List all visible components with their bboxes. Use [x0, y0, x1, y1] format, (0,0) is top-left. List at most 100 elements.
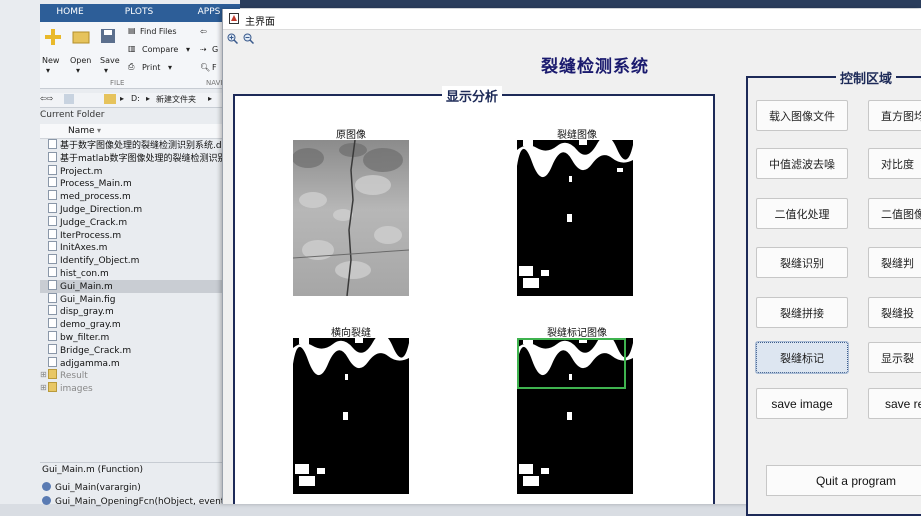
crack-image-axes	[517, 140, 633, 296]
new-plus-icon[interactable]	[44, 28, 62, 46]
file-name: Gui_Main.m	[60, 281, 113, 292]
go-to-icon[interactable]: ⇢	[200, 45, 207, 54]
m-file-icon	[48, 356, 57, 367]
binary-image-button[interactable]: 二值图像	[868, 198, 921, 229]
display-analysis-panel: 显示分析 原图像 裂缝图像 横向裂缝 裂缝标记图像	[233, 86, 715, 504]
figure-window-title: 主界面	[245, 17, 275, 28]
file-name: 基于数字图像处理的裂缝检测识别系统.d	[60, 141, 222, 151]
up-folder-icon[interactable]	[64, 94, 74, 104]
find-icon[interactable]: 🔍︎	[200, 63, 210, 72]
breadcrumb-separator-icon: ▸	[208, 94, 213, 103]
breadcrumb-folder[interactable]: 新建文件夹	[156, 94, 196, 105]
file-list-item[interactable]: hist_con.m	[40, 266, 235, 280]
breadcrumb-separator-icon: ▸	[146, 94, 151, 103]
tab-home[interactable]: HOME	[40, 4, 100, 22]
histogram-equalize-button[interactable]: 直方图均	[868, 100, 921, 131]
compare-dropdown-icon[interactable]: ▾	[186, 45, 190, 54]
window-strip	[240, 0, 921, 8]
sort-arrow-icon[interactable]: ▾	[97, 126, 101, 135]
file-list-item[interactable]: ⊞ images	[40, 382, 235, 395]
file-list-item[interactable]: disp_gray.m	[40, 305, 235, 318]
file-name: adjgamma.m	[60, 358, 120, 369]
back-nav-icon[interactable]: ⇦	[200, 27, 207, 36]
load-image-button[interactable]: 载入图像文件	[756, 100, 848, 131]
file-list-item[interactable]: Process_Main.m	[40, 177, 235, 190]
m-file-icon	[48, 330, 57, 341]
zoom-out-icon[interactable]	[243, 33, 254, 44]
zoom-in-icon[interactable]	[227, 33, 238, 44]
original-road-image	[293, 140, 409, 296]
m-file-icon	[48, 177, 57, 188]
binarize-button[interactable]: 二值化处理	[756, 198, 848, 229]
current-folder-label: Current Folder	[40, 110, 105, 120]
go-to-label[interactable]: G	[212, 45, 218, 54]
m-file-icon	[48, 343, 57, 354]
address-bar[interactable]: ⇦⇨ ▸ D: ▸ 新建文件夹 ▸	[40, 93, 240, 108]
file-list-item[interactable]: Identify_Object.m	[40, 254, 235, 267]
median-filter-button[interactable]: 中值滤波去噪	[756, 148, 848, 179]
details-function-item[interactable]: Gui_Main(varargin)	[40, 482, 230, 493]
show-crack-button[interactable]: 显示裂	[868, 342, 921, 373]
file-list-item[interactable]: Project.m	[40, 164, 235, 178]
original-image-label: 原图像	[336, 130, 366, 141]
file-list-item[interactable]: bw_filter.m	[40, 330, 235, 344]
open-dropdown-icon[interactable]: ▾	[76, 66, 80, 75]
crack-detect-button[interactable]: 裂缝识别	[756, 247, 848, 278]
file-list-item[interactable]: 基于数字图像处理的裂缝检测识别系统.d	[40, 139, 235, 152]
file-list-item[interactable]: InitAxes.m	[40, 241, 235, 254]
figure-titlebar[interactable]: 主界面	[223, 9, 921, 30]
file-list-item[interactable]: Judge_Direction.m	[40, 202, 235, 216]
file-list-item[interactable]: demo_gray.m	[40, 318, 235, 331]
print-button[interactable]: Print	[142, 63, 160, 72]
new-label[interactable]: New	[42, 56, 59, 65]
file-list-item[interactable]: IterProcess.m	[40, 228, 235, 242]
file-list-item[interactable]: Gui_Main.m	[40, 279, 235, 293]
crack-stitch-button[interactable]: 裂缝拼接	[756, 297, 848, 328]
file-list-header[interactable]: Name ▾	[40, 124, 240, 139]
save-result-button[interactable]: save re	[868, 388, 921, 419]
file-list-item[interactable]: adjgamma.m	[40, 356, 235, 370]
m-file-icon	[48, 202, 57, 213]
file-name: InitAxes.m	[60, 243, 108, 254]
crack-mark-button[interactable]: 裂缝标记	[755, 341, 849, 374]
horizontal-crack-label: 横向裂缝	[331, 328, 371, 339]
m-file-icon	[48, 228, 57, 239]
details-function-item[interactable]: Gui_Main_OpeningFcn(hObject, event	[40, 496, 230, 507]
file-list-item[interactable]: Judge_Crack.m	[40, 215, 235, 229]
open-folder-icon[interactable]	[72, 30, 90, 44]
quit-program-button[interactable]: Quit a program	[766, 465, 921, 496]
file-name: disp_gray.m	[60, 307, 114, 318]
details-panel-title: Gui_Main.m (Function)	[40, 462, 232, 477]
original-image-axes	[293, 140, 409, 296]
file-list-item[interactable]: med_process.m	[40, 190, 235, 203]
file-list-item[interactable]: 基于matlab数字图像处理的裂缝检测识别	[40, 151, 235, 165]
new-dropdown-icon[interactable]: ▾	[46, 66, 50, 75]
file-list-item[interactable]: Bridge_Crack.m	[40, 343, 235, 357]
back-arrow-icon[interactable]: ⇦⇨	[40, 94, 53, 103]
find-label[interactable]: F	[212, 63, 217, 72]
save-dropdown-icon[interactable]: ▾	[104, 66, 108, 75]
crack-binary-image	[517, 140, 633, 296]
control-panel-title: 控制区域	[836, 68, 897, 87]
file-list-item[interactable]: ⊞ Result	[40, 369, 235, 382]
breadcrumb-drive[interactable]: D:	[131, 94, 140, 103]
expand-icon[interactable]: ⊞	[40, 382, 47, 395]
crack-judge-button[interactable]: 裂缝判	[868, 247, 921, 278]
crack-projection-button[interactable]: 裂缝投	[868, 297, 921, 328]
name-column-header[interactable]: Name	[68, 126, 95, 136]
m-file-icon	[48, 305, 57, 316]
compare-button[interactable]: Compare	[142, 45, 178, 54]
tab-plots[interactable]: PLOTS	[100, 4, 178, 22]
contrast-button[interactable]: 对比度	[868, 148, 921, 179]
save-image-button[interactable]: save image	[756, 388, 848, 419]
find-files-button[interactable]: Find Files	[140, 27, 177, 36]
save-label[interactable]: Save	[100, 56, 120, 65]
expand-icon[interactable]: ⊞	[40, 369, 47, 382]
print-dropdown-icon[interactable]: ▾	[168, 63, 172, 72]
file-list-item[interactable]: Gui_Main.fig	[40, 292, 235, 306]
open-label[interactable]: Open	[70, 56, 91, 65]
file-name: IterProcess.m	[60, 230, 122, 241]
save-disk-icon[interactable]	[100, 28, 116, 44]
figure-toolbar	[223, 30, 921, 48]
file-name: demo_gray.m	[60, 320, 121, 331]
